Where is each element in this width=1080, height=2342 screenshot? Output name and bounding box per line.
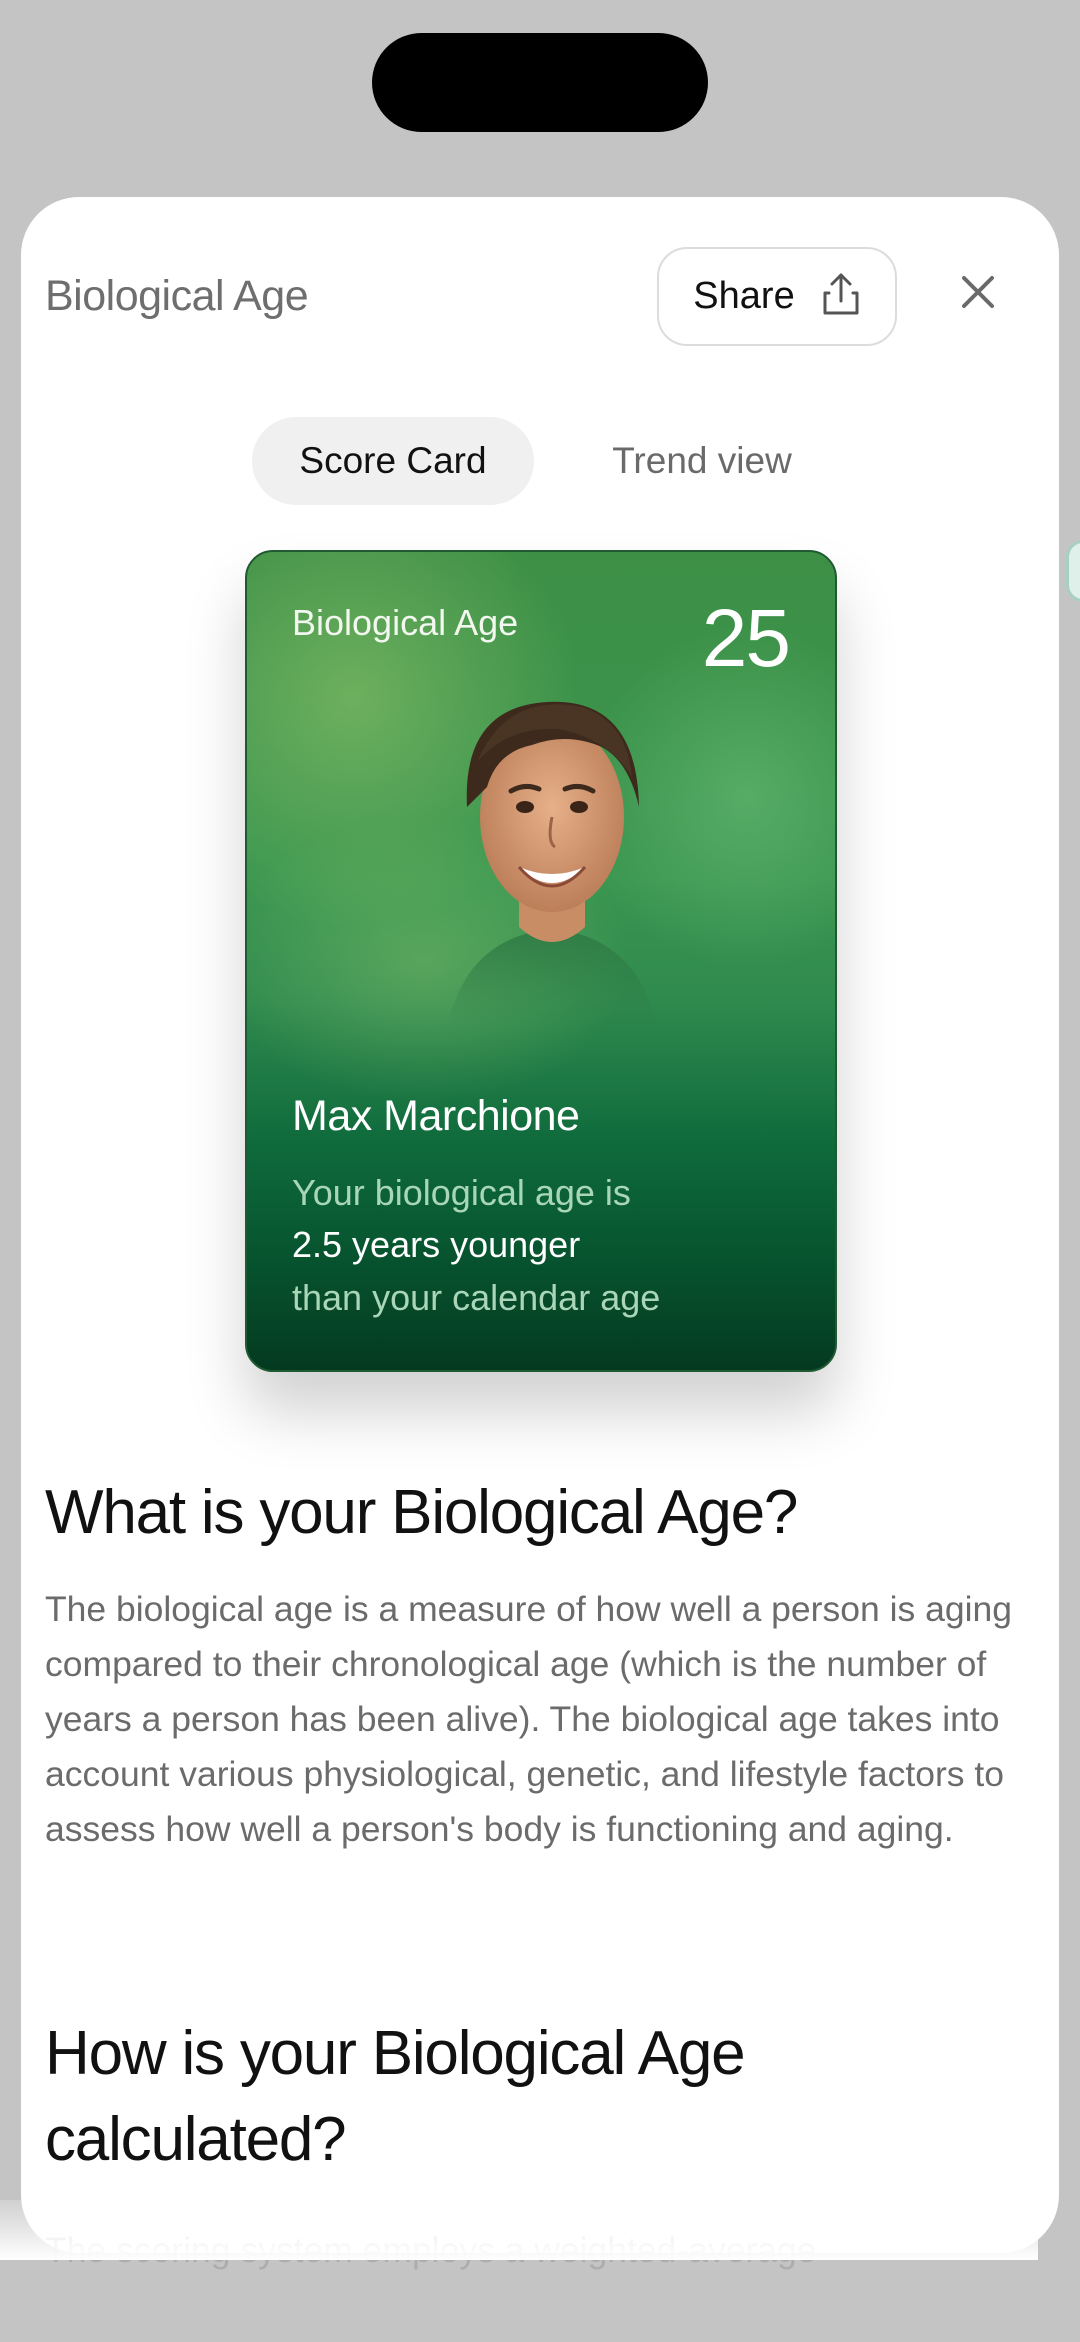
share-icon	[821, 271, 861, 322]
score-card: Biological Age 25 Max Marchione Your bio…	[245, 550, 837, 1372]
biological-age-score: 25	[701, 593, 791, 684]
background-element	[1066, 540, 1080, 602]
dynamic-island	[372, 33, 708, 132]
scroll-fade	[0, 2200, 1038, 2260]
section-heading-how: How is your Biological Age calculated?	[45, 2019, 746, 2174]
card-summary-line-2: 2.5 years younger	[292, 1224, 581, 1265]
section-body-what: The biological age is a measure of how w…	[45, 1589, 1012, 1849]
tab-trend-view[interactable]: Trend view	[572, 417, 832, 505]
section-heading-what: What is your Biological Age?	[45, 1478, 798, 1547]
card-summary-line-1: Your biological age is	[292, 1172, 631, 1213]
close-icon	[961, 275, 995, 314]
tab-score-card[interactable]: Score Card	[252, 417, 534, 505]
profile-portrait	[407, 667, 697, 1027]
close-button[interactable]	[950, 266, 1006, 322]
share-button-label: Share	[693, 275, 795, 317]
card-label: Biological Age	[292, 602, 519, 643]
share-button[interactable]: Share	[657, 247, 897, 346]
sheet-title: Biological Age	[45, 272, 309, 320]
card-summary-line-3: than your calendar age	[292, 1277, 661, 1318]
profile-name: Max Marchione	[292, 1092, 580, 1140]
